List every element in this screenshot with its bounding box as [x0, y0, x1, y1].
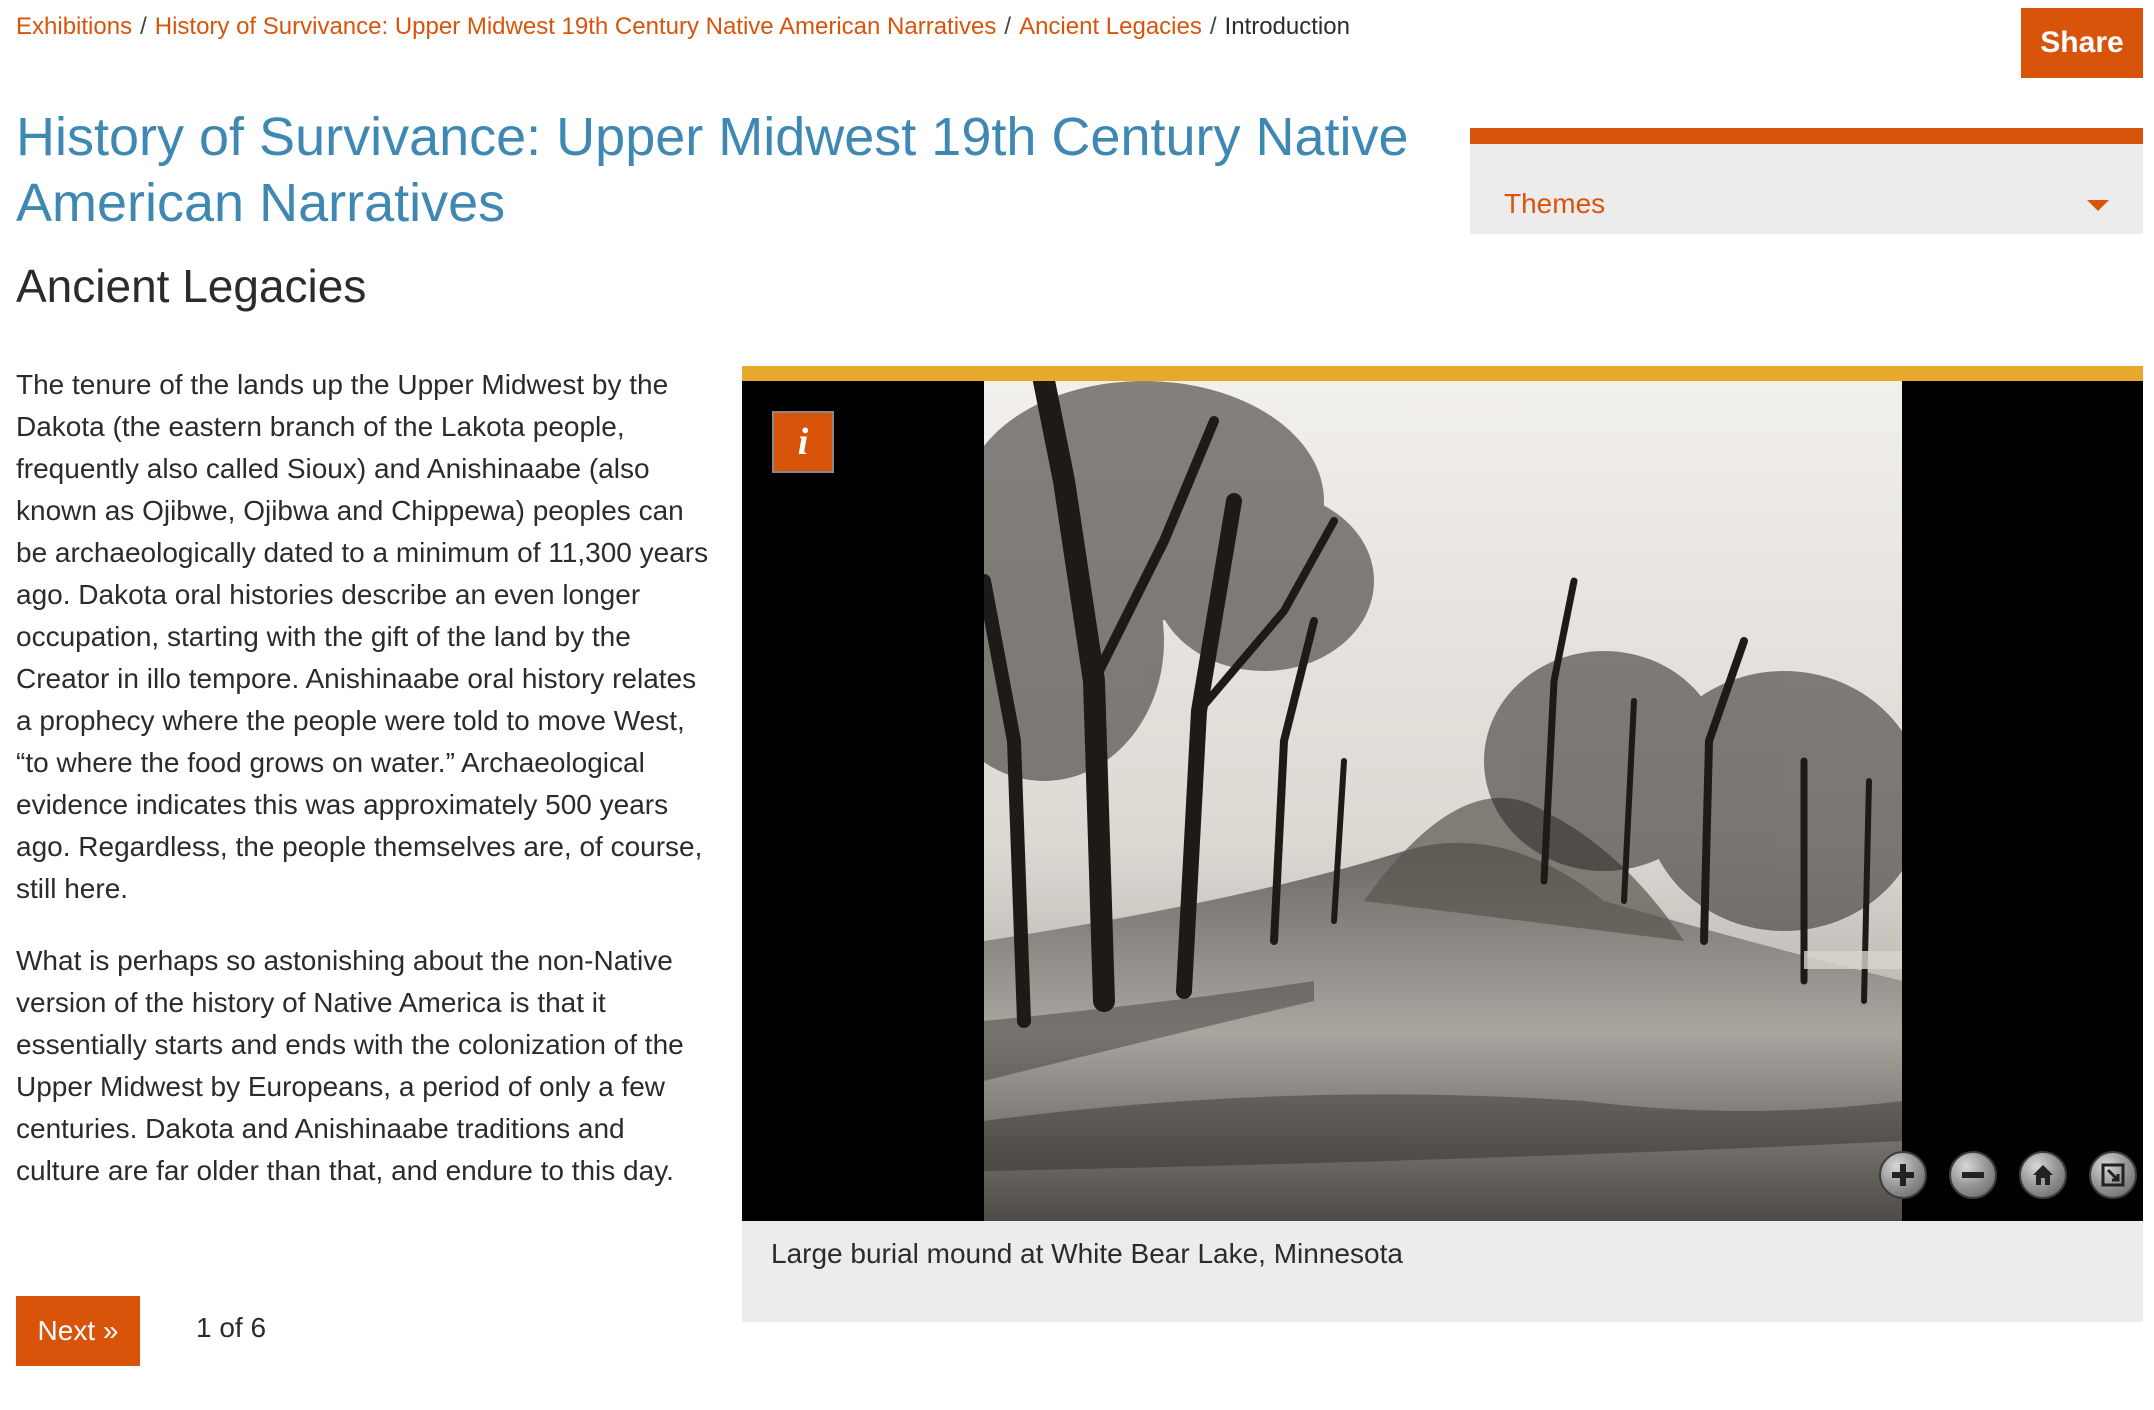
caret-down-icon — [2087, 200, 2109, 211]
themes-label: Themes — [1504, 188, 1606, 219]
breadcrumb-separator: / — [140, 13, 147, 40]
info-button[interactable]: i — [772, 411, 834, 473]
breadcrumb: Exhibitions / History of Survivance: Upper… — [16, 12, 1350, 42]
breadcrumb-link-section[interactable]: Ancient Legacies — [1019, 13, 1202, 40]
zoom-in-icon[interactable] — [1879, 1151, 1927, 1199]
viewer-accent-bar — [742, 366, 2143, 381]
body-paragraph: What is perhaps so astonishing about the… — [16, 945, 684, 1186]
section-title: Ancient Legacies — [16, 260, 367, 312]
breadcrumb-link-exhibition[interactable]: History of Survivance: Upper Midwest 19t… — [155, 13, 997, 40]
body-paragraph: The tenure of the lands up the Upper Mid… — [16, 369, 709, 904]
fullscreen-icon[interactable] — [2089, 1151, 2137, 1199]
burial-mound-photo-art — [984, 381, 1902, 1221]
breadcrumb-separator: / — [1004, 13, 1012, 40]
breadcrumb-separator: / — [1209, 13, 1217, 40]
breadcrumb-current: Introduction — [1224, 13, 1350, 40]
themes-dropdown[interactable]: Themes — [1470, 128, 2143, 234]
breadcrumb-link-exhibitions[interactable]: Exhibitions — [16, 13, 132, 40]
burial-mound-photo[interactable] — [984, 381, 1902, 1221]
next-button[interactable]: Next » — [16, 1296, 140, 1366]
article-body: The tenure of the lands up the Upper Mid… — [16, 364, 716, 1222]
home-icon[interactable] — [2019, 1151, 2067, 1199]
page-title: History of Survivance: Upper Midwest 19t… — [16, 107, 1409, 233]
page-counter: 1 of 6 — [196, 1312, 267, 1343]
viewer-stage[interactable]: i — [742, 381, 2143, 1221]
viewer-controls — [1879, 1151, 2137, 1199]
share-button[interactable]: Share — [2021, 8, 2143, 78]
image-caption: Large burial mound at White Bear Lake, M… — [771, 1238, 1403, 1269]
info-icon: i — [797, 421, 809, 463]
zoom-out-icon[interactable] — [1949, 1151, 1997, 1199]
image-viewer: i Large burial mound at White Bear Lake,… — [742, 366, 2143, 1322]
